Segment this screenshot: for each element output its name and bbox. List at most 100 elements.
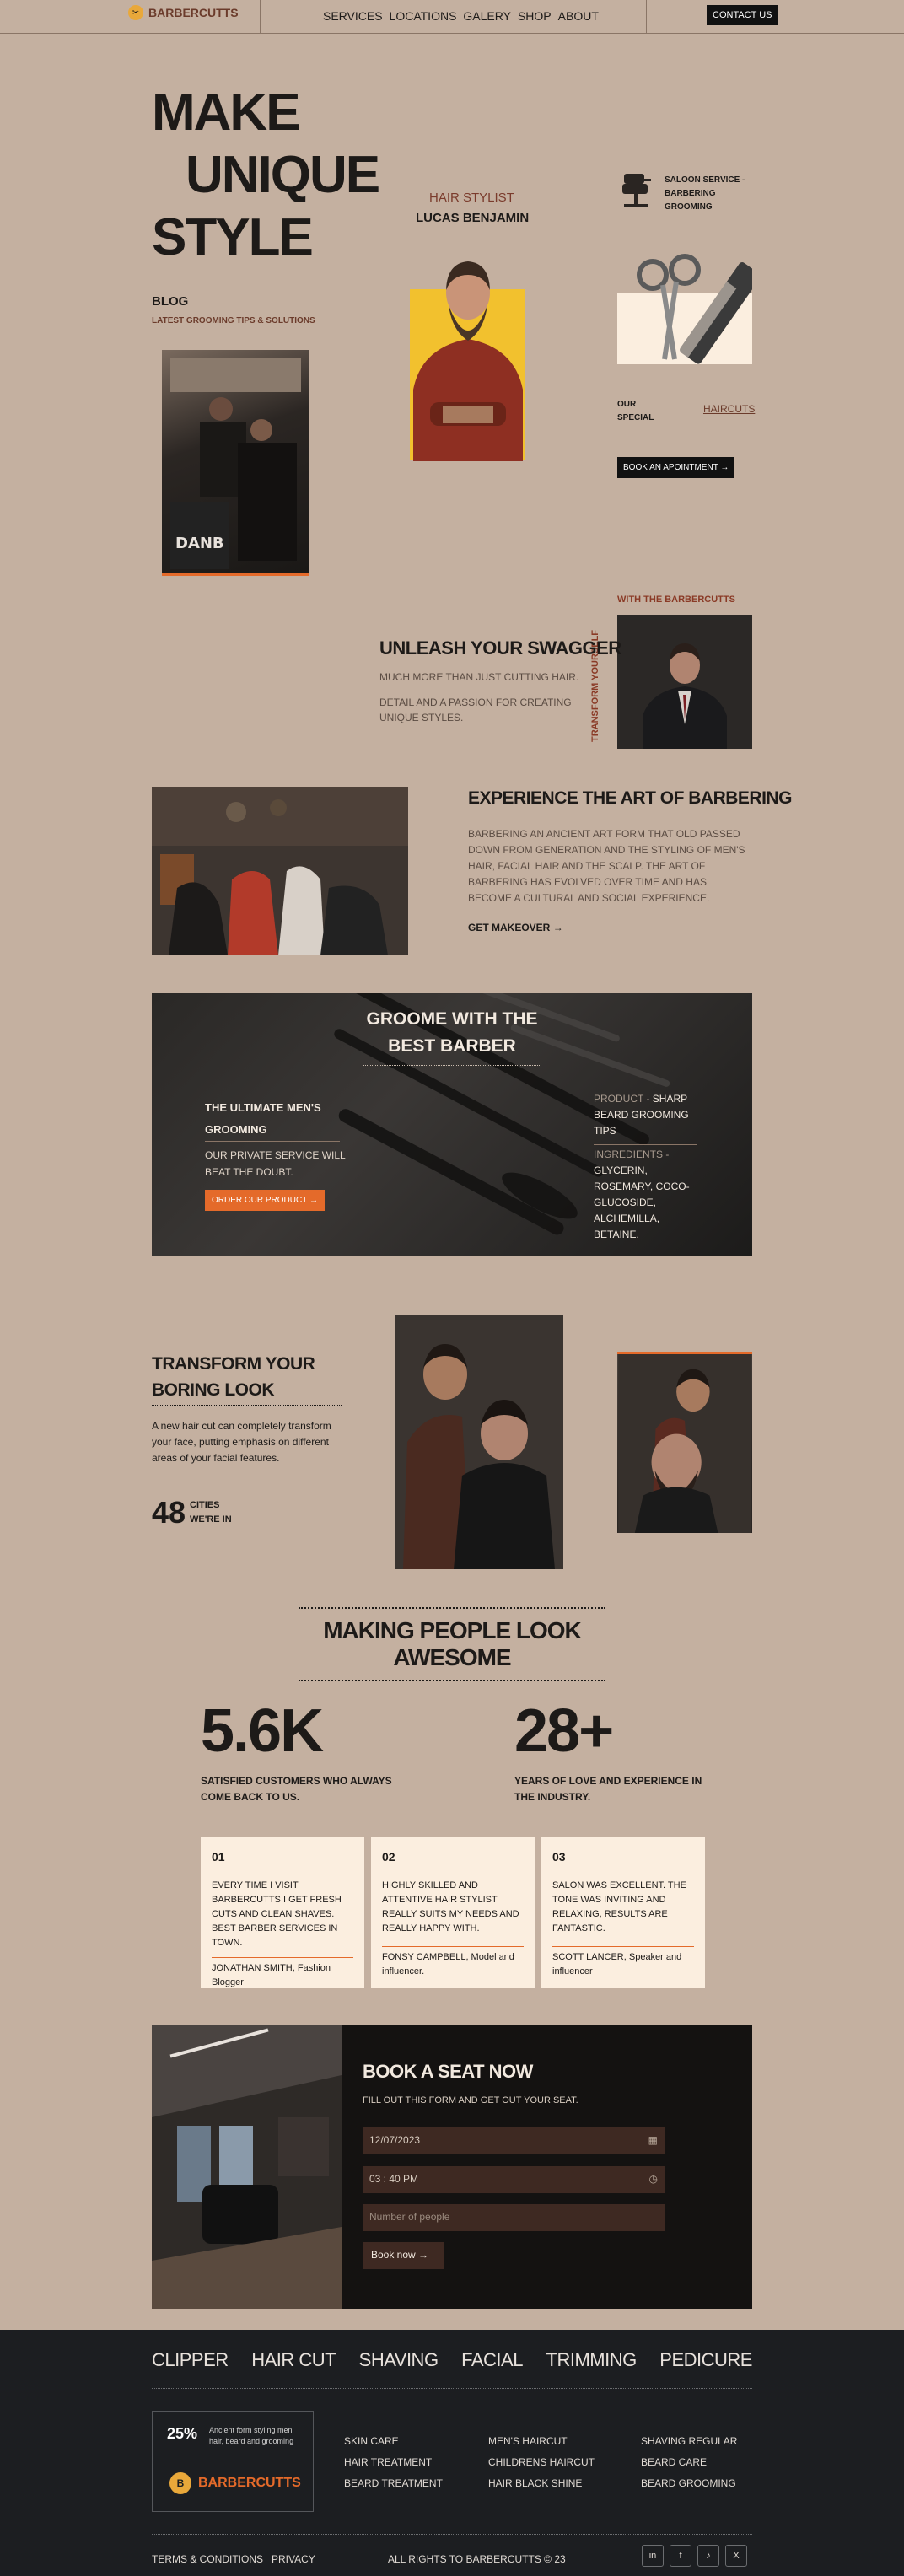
swagger-tag: WITH THE BARBERCUTTS xyxy=(617,594,735,605)
testimonial-card: 02 HIGHLY SKILLED AND ATTENTIVE HAIR STY… xyxy=(371,1837,535,1988)
footer-link[interactable]: BEARD GROOMING xyxy=(641,2473,737,2494)
book-appointment-button[interactable]: BOOK AN APOINTMENT → xyxy=(617,457,735,478)
testimonial-card: 01 EVERY TIME I VISIT BARBERCUTTS I GET … xyxy=(201,1837,364,1988)
footer-link[interactable]: BEARD TREATMENT xyxy=(344,2473,443,2494)
tiktok-icon[interactable]: ♪ xyxy=(697,2545,719,2567)
arrow-right-icon: → xyxy=(552,922,563,933)
date-input[interactable]: 12/07/2023 ▦ xyxy=(363,2127,665,2154)
swagger-photo xyxy=(617,615,752,749)
copyright: ALL RIGHTS TO BARBERCUTTS © 23 xyxy=(388,2553,566,2565)
testimonial-author: SCOTT LANCER, Speaker and influencer xyxy=(552,1946,694,1979)
promo-text: Ancient form styling men hair, beard and… xyxy=(209,2426,294,2445)
x-icon[interactable]: X xyxy=(725,2545,747,2567)
footer-link[interactable]: MEN'S HAIRCUT xyxy=(488,2431,595,2452)
ingredients-value: GLYCERIN, ROSEMARY, COCO-GLUCOSIDE, ALCH… xyxy=(594,1164,690,1240)
testimonial-number: 03 xyxy=(552,1850,566,1863)
our-special-line: SPECIAL xyxy=(617,413,654,422)
footer-service[interactable]: CLIPPER xyxy=(152,2349,229,2371)
book-now-button[interactable]: Book now → xyxy=(363,2242,444,2269)
salon-interior-photo xyxy=(152,2025,342,2309)
service-text-line: SALOON SERVICE - xyxy=(665,175,745,185)
brand-name: BARBERCUTTS xyxy=(148,6,239,19)
testimonial-quote: EVERY TIME I VISIT BARBERCUTTS I GET FRE… xyxy=(212,1880,342,1948)
book-appointment-label: BOOK AN APOINTMENT xyxy=(623,463,718,472)
date-value: 12/07/2023 xyxy=(369,2134,421,2146)
swagger-text: MUCH MORE THAN JUST CUTTING HAIR. xyxy=(379,671,579,683)
nav-link-services[interactable]: SERVICES xyxy=(323,9,383,23)
svg-text:DANB: DANB xyxy=(175,535,224,552)
ingredients-key: INGREDIENTS - xyxy=(594,1148,670,1160)
barbershop-photo xyxy=(152,787,408,955)
hero-title: MAKE UNIQUE STYLE xyxy=(152,82,380,269)
calendar-icon[interactable]: ▦ xyxy=(648,2134,658,2146)
barber-chair-icon xyxy=(622,174,651,207)
product-key: PRODUCT - xyxy=(594,1093,653,1105)
footer-service[interactable]: HAIR CUT xyxy=(251,2349,336,2371)
booking-subtitle: FILL OUT THIS FORM AND GET OUT YOUR SEAT… xyxy=(363,2095,578,2105)
footer-link[interactable]: HAIR TREATMENT xyxy=(344,2452,443,2473)
footer-link[interactable]: CHILDRENS HAIRCUT xyxy=(488,2452,595,2473)
haircuts-link[interactable]: HAIRCUTS xyxy=(703,403,755,415)
footer-service[interactable]: PEDICURE xyxy=(659,2349,752,2371)
beard-trim-photo xyxy=(617,1352,752,1533)
clock-icon[interactable]: ◷ xyxy=(649,2173,658,2185)
footer-brand[interactable]: BARBERCUTTS xyxy=(198,2476,301,2491)
time-input[interactable]: 03 : 40 PM ◷ xyxy=(363,2166,665,2193)
hero-title-line: UNIQUE xyxy=(186,146,380,204)
hero-title-line: MAKE xyxy=(152,83,301,142)
contact-button[interactable]: CONTACT US xyxy=(707,5,778,25)
blog-subtitle: LATEST GROOMING TIPS & SOLUTIONS xyxy=(152,316,315,325)
footer-link[interactable]: HAIR BLACK SHINE xyxy=(488,2473,595,2494)
footer-service[interactable]: SHAVING xyxy=(359,2349,439,2371)
facebook-icon[interactable]: f xyxy=(670,2545,691,2567)
footer-service[interactable]: FACIAL xyxy=(461,2349,523,2371)
stat-value: 5.6K xyxy=(201,1697,324,1765)
transform-title: TRANSFORM YOUR BORING LOOK xyxy=(152,1351,342,1406)
footer-col: SHAVING REGULAR BEARD CARE BEARD GROOMIN… xyxy=(641,2431,737,2494)
footer-link[interactable]: SHAVING REGULAR xyxy=(641,2431,737,2452)
testimonial-card: 03 SALON WAS EXCELLENT. THE TONE WAS INV… xyxy=(541,1837,705,1988)
blog-title[interactable]: BLOG xyxy=(152,294,188,309)
blog-photo[interactable]: DANB xyxy=(162,350,309,576)
stat-years: 28+ YEARS OF LOVE AND EXPERIENCE IN THE … xyxy=(514,1697,708,1805)
testimonial-author: FONSY CAMPBELL, Model and influencer. xyxy=(382,1946,524,1979)
footer-link[interactable]: BEARD CARE xyxy=(641,2452,737,2473)
footer-col: MEN'S HAIRCUT CHILDRENS HAIRCUT HAIR BLA… xyxy=(488,2431,595,2494)
people-input[interactable]: Number of people xyxy=(363,2204,665,2231)
nav-links: SERVICES LOCATIONS GALERY SHOP ABOUT xyxy=(323,9,599,23)
stat-value: 28+ xyxy=(514,1697,614,1765)
service-text: SALOON SERVICE - BARBERING GROOMING xyxy=(665,174,745,214)
testimonial-quote: HIGHLY SKILLED AND ATTENTIVE HAIR STYLIS… xyxy=(382,1880,519,1933)
cities-label: CITIES WE'RE IN xyxy=(190,1498,232,1527)
linkedin-icon[interactable]: in xyxy=(642,2545,664,2567)
nav-link-about[interactable]: ABOUT xyxy=(558,9,599,23)
transform-body: A new hair cut can completely transform … xyxy=(152,1420,331,1464)
barber-pole-icon: ✂ xyxy=(128,5,143,20)
swagger-text: DETAIL AND A PASSION FOR CREATING UNIQUE… xyxy=(379,696,572,723)
get-makeover-link[interactable]: GET MAKEOVER → xyxy=(468,922,563,933)
service-text-line: BARBERING xyxy=(665,189,716,198)
nav-link-galery[interactable]: GALERY xyxy=(463,9,511,23)
nav-link-shop[interactable]: SHOP xyxy=(518,9,552,23)
scissors-comb-icon xyxy=(637,254,752,364)
terms-privacy-links[interactable]: TERMS & CONDITIONS PRIVACY xyxy=(152,2553,315,2565)
nav-divider xyxy=(260,0,261,34)
footer-link[interactable]: SKIN CARE xyxy=(344,2431,443,2452)
nav-divider xyxy=(646,0,647,34)
nav-link-locations[interactable]: LOCATIONS xyxy=(390,9,457,23)
people-placeholder: Number of people xyxy=(369,2211,450,2223)
groome-left-heading: THE ULTIMATE MEN'S GROOMING xyxy=(205,1097,340,1142)
testimonial-author: JONATHAN SMITH, Fashion Blogger xyxy=(212,1957,353,1990)
arrow-right-icon: → xyxy=(309,1196,318,1205)
footer-divider xyxy=(152,2534,752,2535)
promo-percent: 25% xyxy=(167,2425,198,2442)
footer-service[interactable]: TRIMMING xyxy=(546,2349,638,2371)
order-product-label: ORDER OUR PRODUCT xyxy=(212,1196,308,1205)
social-links: in f ♪ X xyxy=(642,2545,747,2567)
footer-services: CLIPPER HAIR CUT SHAVING FACIAL TRIMMING… xyxy=(152,2349,752,2371)
groome-details: PRODUCT - SHARP BEARD GROOMING TIPS INGR… xyxy=(594,1089,697,1248)
cities-label-line: CITIES xyxy=(190,1500,220,1510)
order-product-button[interactable]: ORDER OUR PRODUCT → xyxy=(205,1190,325,1211)
brand-logo[interactable]: ✂ BARBERCUTTS xyxy=(128,5,239,20)
brand-logo-icon: B xyxy=(170,2472,191,2494)
